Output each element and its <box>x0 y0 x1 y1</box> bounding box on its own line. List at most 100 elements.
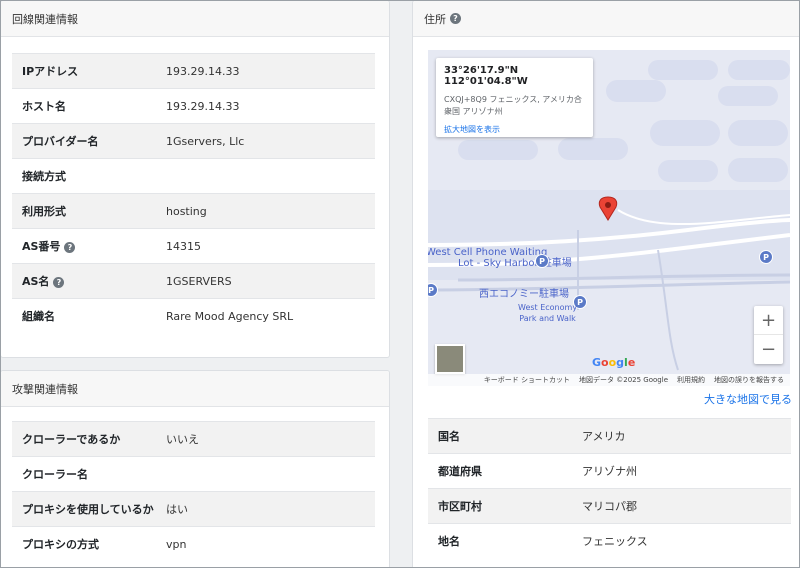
line-info-table: IPアドレス 193.29.14.33 ホスト名 193.29.14.33 プロバイ… <box>12 53 375 334</box>
row-key: プロキシの方式 <box>12 526 156 562</box>
map-runway-shape <box>718 86 778 106</box>
terms-link[interactable]: 利用規約 <box>677 375 705 385</box>
parking-icon[interactable]: P <box>535 254 549 268</box>
map-runway-shape <box>648 60 718 80</box>
row-key: 組織名 <box>12 298 156 334</box>
google-logo-letter: G <box>592 356 602 369</box>
map-runway-shape <box>650 120 720 146</box>
row-value: いいえ <box>156 421 375 457</box>
table-row: 国名 アメリカ <box>428 418 791 454</box>
map-address-line-1: CXQJ+8Q9 フェニックス, アメリカ合 <box>444 95 582 104</box>
row-value: 1Gservers, Llc <box>156 123 375 159</box>
row-value: はい <box>156 491 375 527</box>
row-key: IPアドレス <box>12 53 156 89</box>
row-value: 1GSERVERS <box>156 263 375 299</box>
map-address: CXQJ+8Q9 フェニックス, アメリカ合 衆国 アリゾナ州 <box>444 94 585 118</box>
address-title: 住所 <box>424 12 446 26</box>
map-runway-shape <box>558 138 628 160</box>
row-value: 14315 <box>156 228 375 264</box>
row-key: 都道府県 <box>428 453 572 489</box>
map-info-card: 33°26'17.9"N 112°01'04.8"W CXQJ+8Q9 フェニッ… <box>436 58 593 137</box>
satellite-toggle-thumbnail[interactable] <box>435 344 465 374</box>
map-label-economy-line-1: West Economy <box>518 303 578 312</box>
address-header: 住所 ? <box>413 1 800 37</box>
table-row: 市区町村 マリコパ郡 <box>428 488 791 524</box>
report-error-link[interactable]: 地図の誤りを報告する <box>714 375 784 385</box>
keyboard-shortcuts-link[interactable]: キーボード ショートカット <box>484 375 570 385</box>
google-logo-letter: g <box>616 356 625 369</box>
address-panel: 住所 ? 33°26'17.9"N 112°01'04.8"W CXQJ+8Q9… <box>412 0 800 568</box>
map-label-cell-lot-line-1: West Cell Phone Waiting <box>428 247 548 258</box>
row-key: 利用形式 <box>12 193 156 229</box>
table-row: クローラーであるか いいえ <box>12 421 375 457</box>
table-row: プロキシを使用しているか はい <box>12 491 375 527</box>
table-row: AS番号? 14315 <box>12 228 375 264</box>
map-label-economy-jp: 西エコノミー駐車場 <box>479 289 569 300</box>
row-value: マリコパ郡 <box>572 488 791 524</box>
map-label-cell-lot-line-2: Lot - Sky Harbor <box>458 258 539 269</box>
map-runway-shape <box>728 120 788 146</box>
map-address-line-2: 衆国 アリゾナ州 <box>444 107 503 116</box>
help-icon[interactable]: ? <box>64 242 76 253</box>
map-runway-shape <box>658 160 718 182</box>
location-pin-center <box>605 202 611 208</box>
row-value: アリゾナ州 <box>572 453 791 489</box>
google-logo-letter: o <box>601 356 609 369</box>
line-info-header: 回線関連情報 <box>1 1 389 37</box>
view-larger-map-link[interactable]: 拡大地図を表示 <box>444 124 585 135</box>
row-key: AS番号 <box>22 240 61 253</box>
big-map-link[interactable]: 大きな地図で見る <box>704 391 792 407</box>
row-key: クローラー名 <box>12 456 156 492</box>
map-label-economy: West Economy Park and Walk <box>518 302 577 324</box>
line-info-title: 回線関連情報 <box>12 12 78 26</box>
attack-info-table: クローラーであるか いいえ クローラー名 プロキシを使用しているか はい プロキシの… <box>12 421 375 562</box>
map-view[interactable]: 33°26'17.9"N 112°01'04.8"W CXQJ+8Q9 フェニッ… <box>428 50 790 386</box>
help-icon[interactable]: ? <box>53 277 65 288</box>
map-label-economy-line-2: Park and Walk <box>519 314 576 323</box>
map-coordinates: 33°26'17.9"N 112°01'04.8"W <box>444 65 528 87</box>
row-key-with-help: AS番号? <box>12 228 156 264</box>
table-row: ホスト名 193.29.14.33 <box>12 88 375 124</box>
attack-info-title: 攻撃関連情報 <box>12 382 78 396</box>
row-value: Rare Mood Agency SRL <box>156 298 375 334</box>
row-key: クローラーであるか <box>12 421 156 457</box>
address-table: 国名 アメリカ 都道府県 アリゾナ州 市区町村 マリコパ郡 地名 フェニックス <box>428 418 791 559</box>
map-runway-shape <box>728 158 788 182</box>
table-row: クローラー名 <box>12 456 375 492</box>
zoom-out-button[interactable]: − <box>754 335 783 364</box>
row-value <box>156 456 375 492</box>
table-row: AS名? 1GSERVERS <box>12 263 375 299</box>
row-key: ホスト名 <box>12 88 156 124</box>
parking-icon[interactable]: P <box>759 250 773 264</box>
row-value: 193.29.14.33 <box>156 53 375 89</box>
row-value: vpn <box>156 526 375 562</box>
table-row: 都道府県 アリゾナ州 <box>428 453 791 489</box>
google-logo: Google <box>592 356 635 369</box>
table-row: 地名 フェニックス <box>428 523 791 559</box>
map-label-cell-lot: West Cell Phone Waiting Lot - Sky Harbor… <box>428 247 572 269</box>
row-value: hosting <box>156 193 375 229</box>
row-key: 接続方式 <box>12 158 156 194</box>
table-row: IPアドレス 193.29.14.33 <box>12 53 375 89</box>
row-value: フェニックス <box>572 523 791 559</box>
table-row: プロキシの方式 vpn <box>12 526 375 562</box>
row-key: プロバイダー名 <box>12 123 156 159</box>
map-attribution-bar: キーボード ショートカット 地図データ ©2025 Google 利用規約 地図… <box>428 374 790 386</box>
map-data-credit: 地図データ ©2025 Google <box>579 376 668 384</box>
row-value <box>156 158 375 194</box>
zoom-control: + − <box>754 306 783 364</box>
map-runway-shape <box>728 60 790 80</box>
map-runway-shape <box>458 140 538 160</box>
zoom-in-button[interactable]: + <box>754 306 783 335</box>
row-key: 市区町村 <box>428 488 572 524</box>
table-row: 組織名 Rare Mood Agency SRL <box>12 298 375 334</box>
line-info-panel: 回線関連情報 IPアドレス 193.29.14.33 ホスト名 193.29.14.… <box>0 0 390 358</box>
help-icon[interactable]: ? <box>450 13 461 24</box>
row-key: 地名 <box>428 523 572 559</box>
row-value: 193.29.14.33 <box>156 88 375 124</box>
table-row: プロバイダー名 1Gservers, Llc <box>12 123 375 159</box>
google-logo-letter: e <box>627 356 636 369</box>
table-row: 利用形式 hosting <box>12 193 375 229</box>
row-key: AS名 <box>22 275 50 288</box>
map-runway-shape <box>606 80 666 102</box>
